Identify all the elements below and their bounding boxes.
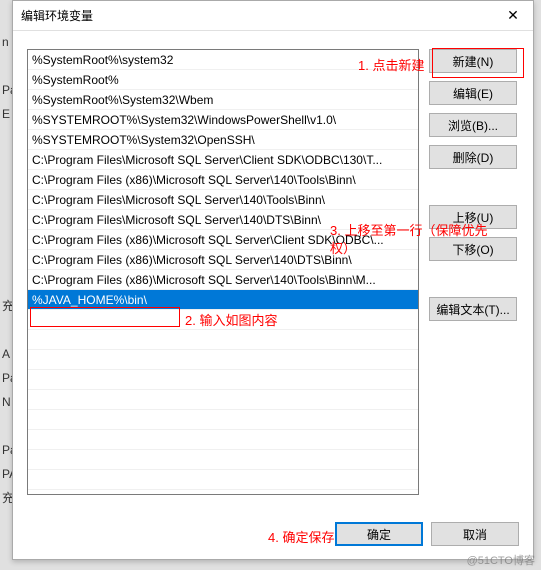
path-list-item[interactable]: %SystemRoot%\system32 <box>28 50 418 70</box>
edittext-button[interactable]: 编辑文本(T)... <box>429 297 517 321</box>
path-list-item[interactable]: %SYSTEMROOT%\System32\WindowsPowerShell\… <box>28 110 418 130</box>
path-list-empty-row <box>28 490 418 495</box>
path-list[interactable]: %SystemRoot%\system32%SystemRoot%%System… <box>27 49 419 495</box>
close-icon: ✕ <box>507 7 519 24</box>
ok-button[interactable]: 确定 <box>335 522 423 546</box>
path-list-empty-row <box>28 330 418 350</box>
path-list-item[interactable]: C:\Program Files (x86)\Microsoft SQL Ser… <box>28 250 418 270</box>
edit-button[interactable]: 编辑(E) <box>429 81 517 105</box>
cancel-button[interactable]: 取消 <box>431 522 519 546</box>
movedown-button[interactable]: 下移(O) <box>429 237 517 261</box>
delete-button[interactable]: 删除(D) <box>429 145 517 169</box>
path-list-item[interactable]: C:\Program Files (x86)\Microsoft SQL Ser… <box>28 170 418 190</box>
path-list-item[interactable]: C:\Program Files\Microsoft SQL Server\14… <box>28 210 418 230</box>
dialog-footer: 确定 取消 <box>13 509 533 559</box>
path-list-empty-row <box>28 450 418 470</box>
path-list-item[interactable]: %SYSTEMROOT%\System32\OpenSSH\ <box>28 130 418 150</box>
path-list-item[interactable]: C:\Program Files\Microsoft SQL Server\14… <box>28 190 418 210</box>
path-list-item[interactable]: C:\Program Files (x86)\Microsoft SQL Ser… <box>28 230 418 250</box>
browse-button[interactable]: 浏览(B)... <box>429 113 517 137</box>
path-list-item[interactable]: %SystemRoot%\System32\Wbem <box>28 90 418 110</box>
path-list-item[interactable]: C:\Program Files (x86)\Microsoft SQL Ser… <box>28 270 418 290</box>
path-list-empty-row <box>28 310 418 330</box>
path-list-item[interactable]: C:\Program Files\Microsoft SQL Server\Cl… <box>28 150 418 170</box>
path-list-empty-row <box>28 350 418 370</box>
close-button[interactable]: ✕ <box>493 1 533 31</box>
dialog-title: 编辑环境变量 <box>21 7 93 24</box>
edit-env-var-dialog: 编辑环境变量 ✕ %SystemRoot%\system32%SystemRoo… <box>12 0 534 560</box>
moveup-button[interactable]: 上移(U) <box>429 205 517 229</box>
path-list-empty-row <box>28 410 418 430</box>
path-list-empty-row <box>28 370 418 390</box>
path-list-empty-row <box>28 470 418 490</box>
titlebar: 编辑环境变量 ✕ <box>13 1 533 31</box>
watermark: @51CTO博客 <box>467 552 535 568</box>
path-list-empty-row <box>28 390 418 410</box>
new-button[interactable]: 新建(N) <box>429 49 517 73</box>
path-list-item[interactable]: %JAVA_HOME%\bin\ <box>28 290 418 310</box>
dialog-body: %SystemRoot%\system32%SystemRoot%%System… <box>13 31 533 509</box>
path-list-empty-row <box>28 430 418 450</box>
side-buttons: 新建(N) 编辑(E) 浏览(B)... 删除(D) 上移(U) 下移(O) 编… <box>419 49 519 495</box>
path-list-item[interactable]: %SystemRoot% <box>28 70 418 90</box>
